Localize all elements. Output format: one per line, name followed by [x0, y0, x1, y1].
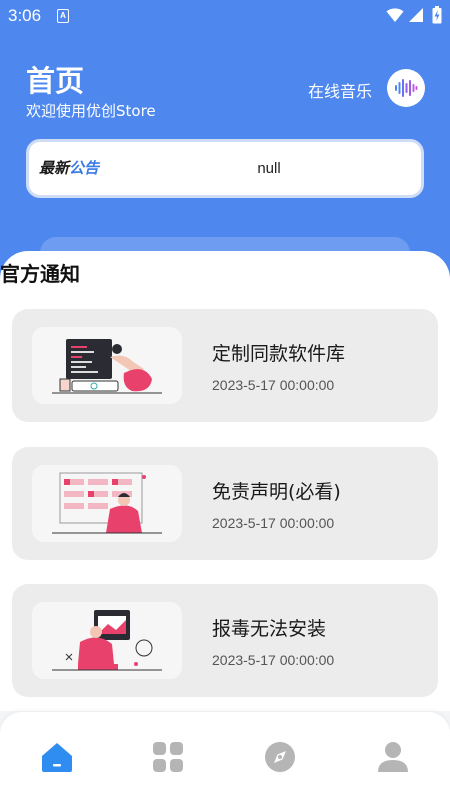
apps-grid-icon: [153, 742, 183, 772]
status-time: 3:06: [8, 6, 42, 25]
page-subtitle: 欢迎使用优创Store: [26, 102, 156, 120]
news-thumbnail: [32, 602, 182, 679]
home-icon: [42, 743, 72, 772]
news-card[interactable]: 报毒无法安装 2023-5-17 00:00:00: [12, 584, 438, 697]
news-thumbnail: [32, 465, 182, 542]
a-letter-icon: A: [57, 9, 69, 23]
sound-wave-icon: [395, 79, 418, 97]
tab-discover[interactable]: [263, 740, 297, 774]
announcement-logo-part1: 最新: [39, 160, 70, 177]
board-illustration: [52, 472, 162, 534]
status-bar: 3:06 A: [0, 0, 450, 32]
news-date: 2023-5-17 00:00:00: [212, 515, 335, 531]
announcement-logo: 最新公告: [39, 157, 99, 178]
battery-charging-icon: [432, 6, 442, 24]
user-icon: [378, 742, 408, 772]
news-date: 2023-5-17 00:00:00: [212, 377, 335, 393]
news-title: 免责声明(必看): [212, 481, 341, 503]
designer-illustration: [52, 610, 162, 671]
page-title: 首页: [26, 64, 85, 98]
section-title: 官方通知: [0, 262, 80, 286]
wifi-icon: [386, 8, 404, 22]
announcement-card[interactable]: 最新公告 null: [26, 139, 424, 198]
news-title: 定制同款软件库: [212, 343, 346, 365]
news-title: 报毒无法安装: [212, 618, 327, 640]
bottom-tab-bar: [0, 712, 450, 800]
developer-illustration: [52, 339, 162, 394]
tab-apps[interactable]: [151, 740, 185, 774]
tab-home[interactable]: [40, 740, 74, 774]
announcement-logo-part2: 公告: [69, 160, 100, 177]
news-card[interactable]: 免责声明(必看) 2023-5-17 00:00:00: [12, 447, 438, 560]
news-date: 2023-5-17 00:00:00: [212, 652, 335, 668]
online-music-button[interactable]: [387, 69, 425, 107]
news-card[interactable]: 定制同款软件库 2023-5-17 00:00:00: [12, 309, 438, 422]
announcement-text: null: [257, 160, 281, 177]
online-music-label[interactable]: 在线音乐: [308, 78, 372, 102]
news-thumbnail: [32, 327, 182, 404]
compass-icon: [265, 742, 295, 772]
signal-icon: [409, 8, 423, 22]
tab-profile[interactable]: [376, 740, 410, 774]
